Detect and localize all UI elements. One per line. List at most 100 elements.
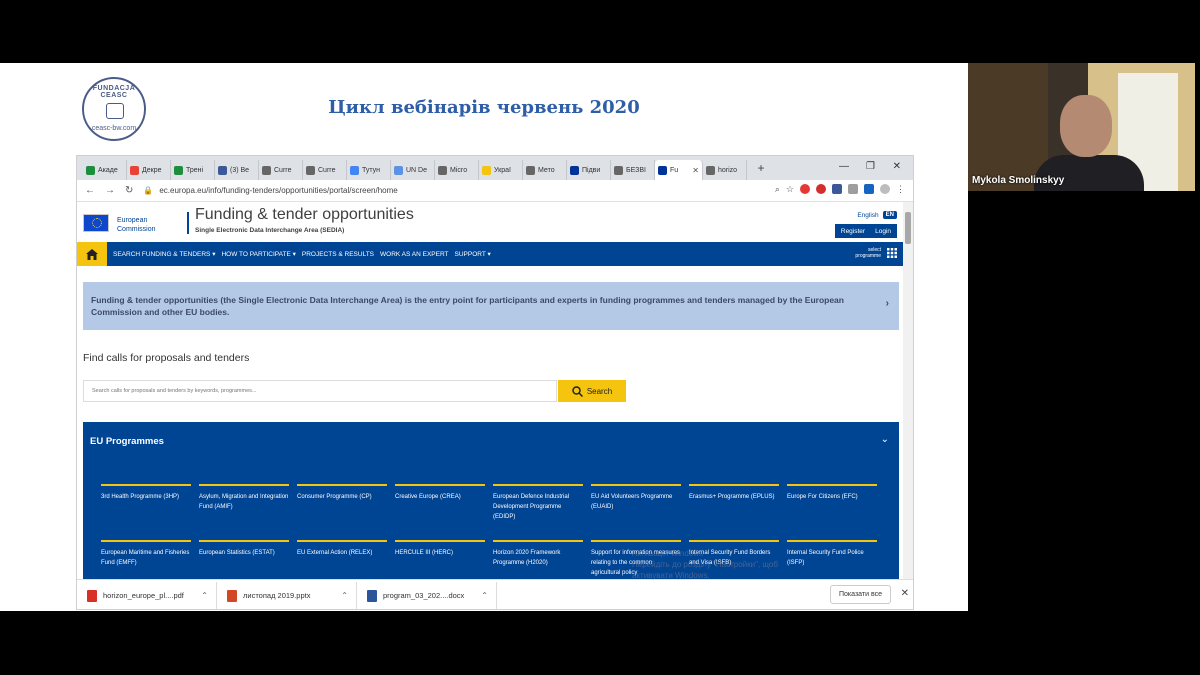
browser-tab[interactable]: Трені bbox=[171, 160, 215, 180]
nav-projects-results[interactable]: PROJECTS & RESULTS bbox=[302, 251, 374, 258]
browser-tab[interactable]: Украї bbox=[479, 160, 523, 180]
browser-tab[interactable]: Мето bbox=[523, 160, 567, 180]
language-selector[interactable]: English EN bbox=[857, 211, 897, 219]
opera-extension-icon[interactable] bbox=[800, 184, 810, 194]
programme-link[interactable]: Asylum, Migration and Integration Fund (… bbox=[199, 484, 289, 512]
forward-icon[interactable]: → bbox=[105, 185, 115, 196]
ec-name: European Commission bbox=[117, 216, 156, 234]
main-navigation: SEARCH FUNDING & TENDERS ▾ HOW TO PARTIC… bbox=[77, 242, 905, 266]
zoom-icon[interactable]: ⌕ bbox=[775, 184, 780, 195]
browser-tab[interactable]: Micro bbox=[435, 160, 479, 180]
minimize-icon[interactable]: — bbox=[839, 161, 849, 172]
page-scrollbar[interactable] bbox=[903, 202, 913, 579]
programme-link[interactable]: EU External Action (RELEX) bbox=[297, 540, 387, 558]
download-item[interactable]: program_03_202....docx ⌃ bbox=[357, 581, 497, 609]
new-tab-button[interactable]: + bbox=[753, 161, 769, 175]
tab-favicon-icon bbox=[526, 165, 535, 175]
webcam-feed: Mykola Smolinskyy bbox=[968, 63, 1195, 191]
menu-kebab-icon[interactable]: ⋮ bbox=[896, 184, 905, 195]
search-input[interactable] bbox=[83, 380, 557, 402]
slide-title: Цикл вебінарів червень 2020 bbox=[328, 97, 640, 118]
programme-link[interactable]: European Maritime and Fisheries Fund (EM… bbox=[101, 540, 191, 568]
file-icon bbox=[367, 589, 377, 602]
profile-avatar-icon[interactable] bbox=[880, 184, 890, 194]
grid-icon bbox=[887, 248, 897, 258]
browser-tab[interactable]: Fu ✕ bbox=[655, 160, 703, 180]
programme-link[interactable]: European Defence Industrial Development … bbox=[493, 484, 583, 522]
window-close-icon[interactable]: ✕ bbox=[893, 161, 901, 172]
european-commission-logo[interactable]: European Commission bbox=[83, 210, 189, 236]
tab-favicon-icon bbox=[614, 165, 623, 175]
select-programme-button[interactable]: select programme bbox=[855, 247, 897, 259]
facebook-extension-icon[interactable] bbox=[832, 184, 842, 194]
tab-label: Акаде bbox=[98, 166, 118, 174]
participant-name: Mykola Smolinskyy bbox=[972, 175, 1065, 186]
programme-link[interactable]: Erasmus+ Programme (EPLUS) bbox=[689, 484, 779, 502]
browser-tab[interactable]: Підви bbox=[567, 160, 611, 180]
nav-search-funding[interactable]: SEARCH FUNDING & TENDERS ▾ bbox=[113, 250, 215, 258]
download-filename: program_03_202....docx bbox=[383, 591, 465, 600]
programme-link[interactable]: Creative Europe (CREA) bbox=[395, 484, 485, 502]
programme-link[interactable]: HERCULE III (HERC) bbox=[395, 540, 485, 558]
id-extension-icon[interactable] bbox=[864, 184, 874, 194]
chevron-up-icon[interactable]: ⌃ bbox=[201, 591, 208, 600]
programme-link[interactable]: Europe For Citizens (EFC) bbox=[787, 484, 877, 502]
tab-close-icon[interactable]: ✕ bbox=[692, 166, 699, 175]
browser-window: Акаде Декре Трені (3) Ве Curre Curre Тутун UN D… bbox=[76, 155, 914, 610]
nav-work-as-expert[interactable]: WORK AS AN EXPERT bbox=[380, 251, 449, 258]
search-icon bbox=[572, 385, 583, 397]
url-text[interactable]: ec.europa.eu/info/funding-tenders/opport… bbox=[159, 186, 397, 195]
browser-tab[interactable]: UN De bbox=[391, 160, 435, 180]
tab-favicon-icon bbox=[262, 165, 271, 175]
language-label: English bbox=[857, 211, 879, 219]
chevron-right-icon[interactable]: › bbox=[886, 298, 889, 310]
tab-strip: Акаде Декре Трені (3) Ве Curre Curre Тутун UN D… bbox=[83, 160, 747, 180]
chevron-down-icon[interactable]: ⌄ bbox=[881, 434, 889, 445]
close-downloads-icon[interactable]: ✕ bbox=[901, 588, 909, 599]
tab-favicon-icon bbox=[706, 165, 715, 175]
scrollbar-thumb[interactable] bbox=[905, 212, 911, 244]
portal-title[interactable]: Funding & tender opportunities bbox=[195, 206, 414, 224]
browser-tab[interactable]: Тутун bbox=[347, 160, 391, 180]
tab-label: Декре bbox=[142, 166, 162, 174]
extension-icon[interactable] bbox=[848, 184, 858, 194]
tab-label: Тутун bbox=[362, 166, 381, 174]
chevron-up-icon[interactable]: ⌃ bbox=[481, 591, 488, 600]
adblock-extension-icon[interactable] bbox=[816, 184, 826, 194]
programme-link[interactable]: 3rd Health Programme (3HP) bbox=[101, 484, 191, 502]
search-button[interactable]: Search bbox=[558, 380, 626, 402]
tab-label: Curre bbox=[318, 166, 336, 174]
programme-link[interactable]: Consumer Programme (CP) bbox=[297, 484, 387, 502]
tab-bar: Акаде Декре Трені (3) Ве Curre Curre Тутун UN D… bbox=[77, 156, 913, 180]
tab-favicon-icon bbox=[306, 165, 315, 175]
programme-link[interactable]: European Statistics (ESTAT) bbox=[199, 540, 289, 558]
reload-icon[interactable]: ↻ bbox=[125, 185, 133, 196]
show-all-downloads-button[interactable]: Показати все bbox=[830, 585, 891, 604]
eu-flag-icon bbox=[83, 214, 109, 232]
browser-tab[interactable]: Акаде bbox=[83, 160, 127, 180]
download-item[interactable]: horizon_europe_pl....pdf ⌃ bbox=[77, 581, 217, 609]
browser-tab[interactable]: БЕЗВІ bbox=[611, 160, 655, 180]
browser-tab[interactable]: horizo bbox=[703, 160, 747, 180]
tab-label: Украї bbox=[494, 166, 511, 174]
maximize-icon[interactable]: ❐ bbox=[866, 161, 875, 172]
programme-link[interactable]: Horizon 2020 Framework Programme (H2020) bbox=[493, 540, 583, 568]
info-banner[interactable]: Funding & tender opportunities (the Sing… bbox=[83, 282, 899, 330]
chevron-up-icon[interactable]: ⌃ bbox=[341, 591, 348, 600]
browser-tab[interactable]: Декре bbox=[127, 160, 171, 180]
home-button[interactable] bbox=[77, 242, 107, 266]
register-button[interactable]: Register bbox=[841, 228, 865, 235]
tab-favicon-icon bbox=[394, 165, 403, 175]
download-item[interactable]: листопад 2019.pptx ⌃ bbox=[217, 581, 357, 609]
nav-support[interactable]: SUPPORT ▾ bbox=[455, 250, 491, 258]
back-icon[interactable]: ← bbox=[85, 185, 95, 196]
login-button[interactable]: Login bbox=[875, 228, 891, 235]
bookmark-star-icon[interactable]: ☆ bbox=[786, 184, 794, 195]
browser-tab[interactable]: (3) Ве bbox=[215, 160, 259, 180]
tab-favicon-icon bbox=[570, 165, 579, 175]
browser-tab[interactable]: Curre bbox=[303, 160, 347, 180]
browser-tab[interactable]: Curre bbox=[259, 160, 303, 180]
programme-link[interactable]: EU Aid Volunteers Programme (EUAID) bbox=[591, 484, 681, 512]
tab-label: Трені bbox=[186, 166, 204, 174]
nav-how-to-participate[interactable]: HOW TO PARTICIPATE ▾ bbox=[221, 250, 295, 258]
